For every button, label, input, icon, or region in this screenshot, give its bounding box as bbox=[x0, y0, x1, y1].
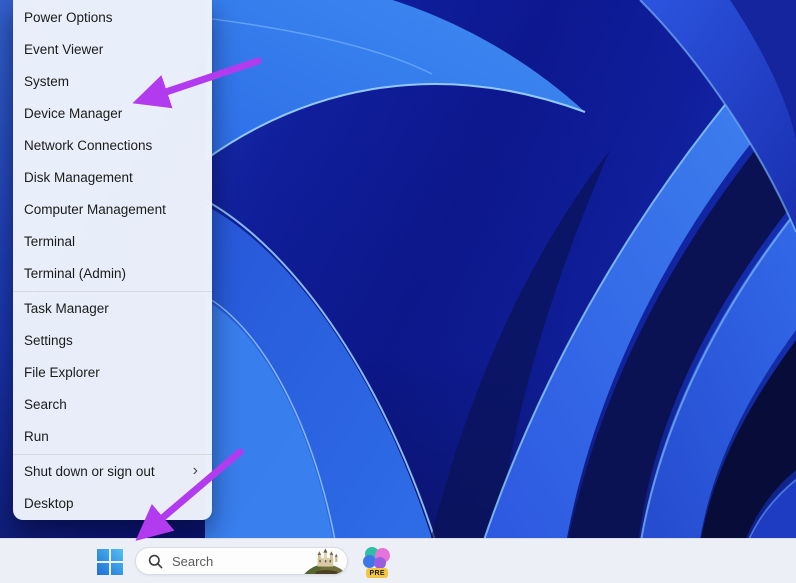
menu-item-disk-management[interactable]: Disk Management bbox=[15, 162, 210, 194]
menu-item-device-manager[interactable]: Device Manager bbox=[15, 98, 210, 130]
menu-item-search[interactable]: Search bbox=[15, 389, 210, 421]
menu-item-terminal-admin[interactable]: Terminal (Admin) bbox=[15, 258, 210, 290]
menu-item-system[interactable]: System bbox=[15, 66, 210, 98]
menu-item-settings[interactable]: Settings bbox=[15, 325, 210, 357]
winx-menu: Power Options Event Viewer System Device… bbox=[13, 0, 212, 520]
taskbar-search-box[interactable]: Search bbox=[135, 547, 348, 575]
search-icon bbox=[148, 554, 163, 569]
bing-daily-image-castle bbox=[301, 548, 347, 574]
menu-item-file-explorer[interactable]: File Explorer bbox=[15, 357, 210, 389]
menu-item-power-options[interactable]: Power Options bbox=[15, 2, 210, 34]
menu-item-event-viewer[interactable]: Event Viewer bbox=[15, 34, 210, 66]
menu-item-network-connections[interactable]: Network Connections bbox=[15, 130, 210, 162]
copilot-preview-button[interactable]: PRE bbox=[362, 545, 396, 578]
menu-item-shut-down-or-sign-out[interactable]: Shut down or sign out › bbox=[15, 456, 210, 488]
chevron-right-icon: › bbox=[193, 463, 198, 479]
menu-item-run[interactable]: Run bbox=[15, 421, 210, 453]
windows-logo-icon bbox=[97, 549, 123, 575]
menu-item-computer-management[interactable]: Computer Management bbox=[15, 194, 210, 226]
taskbar: Search bbox=[0, 538, 796, 583]
start-button[interactable] bbox=[90, 542, 130, 582]
menu-separator bbox=[13, 454, 212, 455]
menu-item-label: Shut down or sign out bbox=[24, 456, 155, 488]
preview-badge: PRE bbox=[366, 568, 388, 578]
search-placeholder: Search bbox=[172, 554, 213, 569]
menu-item-desktop[interactable]: Desktop bbox=[15, 488, 210, 520]
menu-separator bbox=[13, 291, 212, 292]
menu-item-task-manager[interactable]: Task Manager bbox=[15, 293, 210, 325]
desktop-screen: Power Options Event Viewer System Device… bbox=[0, 0, 796, 583]
menu-item-terminal[interactable]: Terminal bbox=[15, 226, 210, 258]
